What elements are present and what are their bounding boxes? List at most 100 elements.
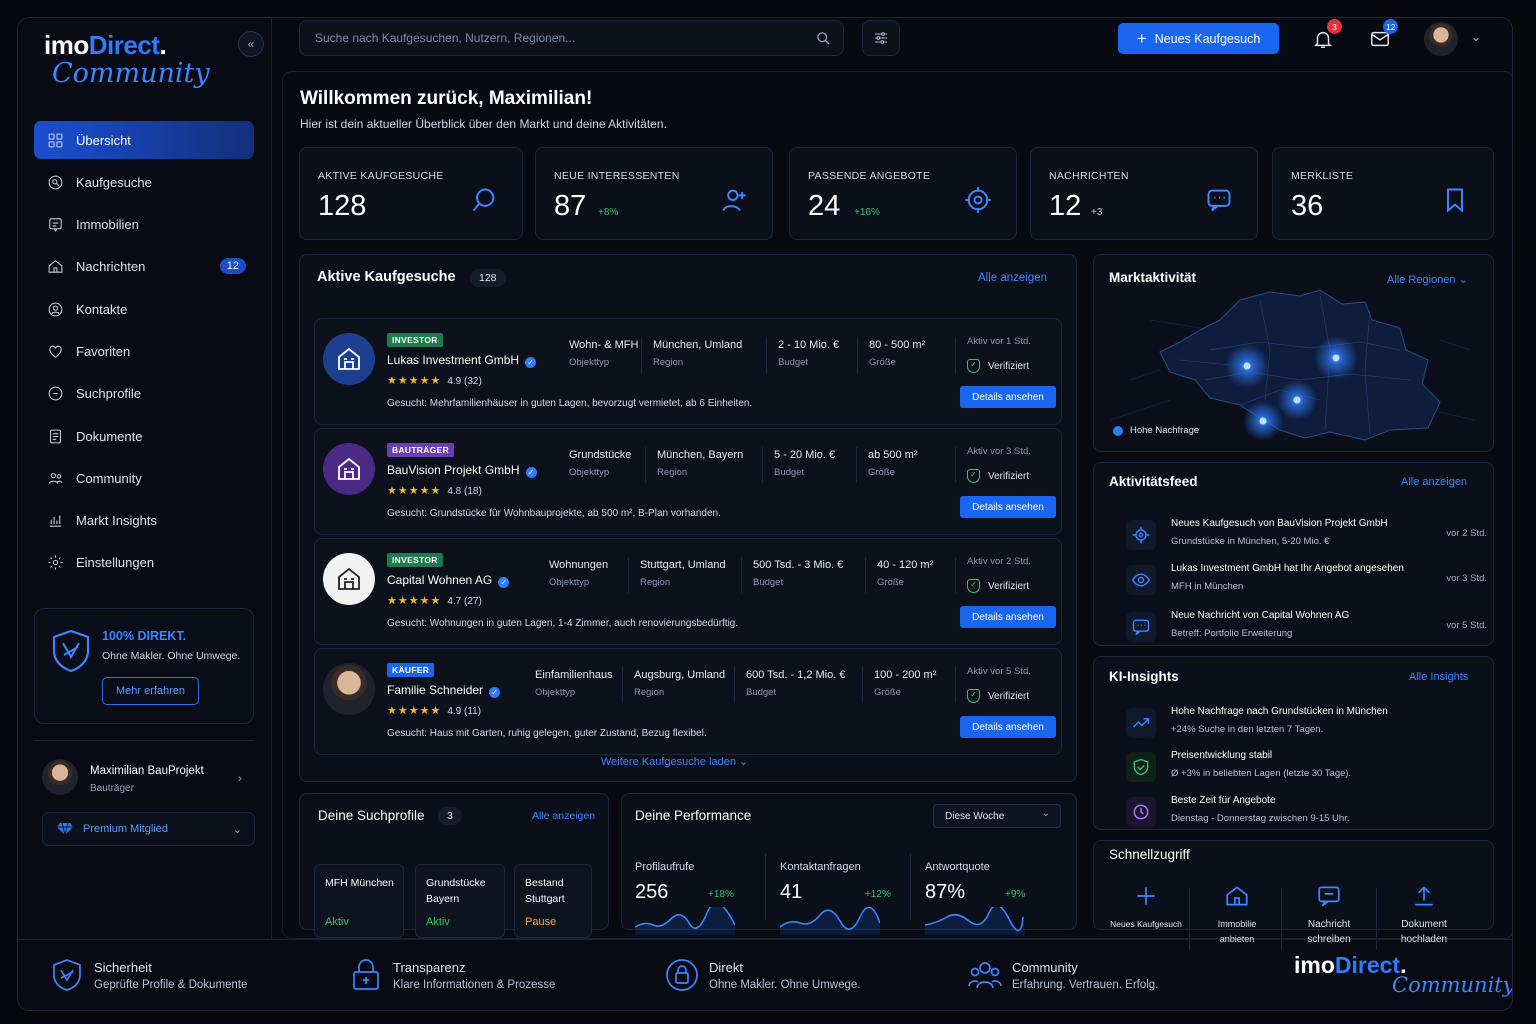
quick-plus-button[interactable]: Neues Kaufgesuch bbox=[1100, 883, 1192, 932]
sidebar-item-markt-insights[interactable]: Markt Insights bbox=[34, 502, 254, 540]
quick-house-button[interactable]: Immobilie anbieten bbox=[1191, 883, 1283, 947]
sidebar-item-favoriten[interactable]: Favoriten bbox=[34, 332, 254, 370]
show-all-requests-link[interactable]: Alle anzeigen bbox=[978, 272, 1047, 284]
user-avatar-button[interactable] bbox=[1424, 22, 1458, 56]
metric-value: 41 bbox=[780, 881, 803, 903]
stat-card-watchlist[interactable]: MERKLISTE 36 bbox=[1272, 147, 1494, 240]
house-icon bbox=[1226, 886, 1248, 906]
column-divider bbox=[641, 337, 642, 373]
divider bbox=[765, 854, 766, 920]
profile-name: Bestand Stuttgart bbox=[525, 877, 565, 905]
chart-icon bbox=[49, 515, 62, 527]
user-card[interactable]: Maximilian BauProjekt Bauträger › bbox=[34, 740, 254, 795]
section-title: Deine Suchprofile bbox=[318, 808, 425, 823]
stat-card-new-leads[interactable]: NEUE INTERESSENTEN 87 +8% bbox=[535, 147, 773, 240]
company-name[interactable]: Capital Wohnen AG ✓ bbox=[387, 573, 510, 588]
section-title: KI-Insights bbox=[1109, 669, 1179, 684]
request-description: Gesucht: Wohnungen in guten Lagen, 1-4 Z… bbox=[387, 618, 739, 629]
quick-message-button[interactable]: Nachricht schreiben bbox=[1283, 883, 1375, 947]
divider bbox=[1376, 888, 1377, 950]
chat-icon bbox=[1207, 189, 1231, 212]
verified-label: Verifiziert bbox=[988, 360, 1030, 372]
quick-upload-button[interactable]: Dokument hochladen bbox=[1378, 883, 1470, 947]
show-all-profiles-link[interactable]: Alle anzeigen bbox=[532, 810, 595, 822]
verified-label: Verifiziert bbox=[988, 690, 1030, 702]
new-request-button[interactable]: + Neues Kaufgesuch bbox=[1118, 23, 1279, 54]
eye-icon-wrap bbox=[1126, 565, 1156, 595]
collapse-sidebar-button[interactable]: « bbox=[238, 31, 264, 57]
company-name[interactable]: BauVision Projekt GmbH ✓ bbox=[387, 463, 537, 478]
field-label: Budget bbox=[753, 577, 784, 588]
company-name[interactable]: Lukas Investment GmbH ✓ bbox=[387, 353, 537, 368]
search-profile-card[interactable]: Bestand Stuttgart Pause bbox=[514, 864, 592, 938]
company-name[interactable]: Familie Schneider ✓ bbox=[387, 683, 501, 698]
details-button[interactable]: Details ansehen bbox=[960, 606, 1056, 628]
sidebar-item-label: Kaufgesuche bbox=[76, 174, 152, 190]
request-card[interactable]: KÄUFER Familie Schneider ✓ ★★★★★ 4.9 (11) Ges… bbox=[314, 648, 1062, 755]
sidebar-item-label: Community bbox=[76, 470, 142, 486]
verified-badge: ✓ Verifiziert bbox=[967, 359, 1029, 373]
column-divider bbox=[862, 667, 863, 703]
request-card[interactable]: INVESTOR Capital Wohnen AG ✓ ★★★★★ 4.7 (27) G… bbox=[314, 538, 1062, 645]
search-profile-card[interactable]: Grundstücke Bayern Aktiv bbox=[415, 864, 505, 938]
filter-button[interactable] bbox=[862, 20, 900, 56]
details-button[interactable]: Details ansehen bbox=[960, 386, 1056, 408]
avatar bbox=[42, 759, 78, 795]
stat-card-active-requests[interactable]: AKTIVE KAUFGESUCHE 128 bbox=[299, 147, 523, 240]
stat-card-matching-offers[interactable]: PASSENDE ANGEBOTE 24 +16% bbox=[789, 147, 1017, 240]
insight-title: Beste Zeit für Angebote bbox=[1171, 795, 1276, 806]
period-dropdown[interactable]: Diese Woche ⌄ bbox=[933, 804, 1061, 828]
sidebar-item-suchprofile[interactable]: Suchprofile bbox=[34, 375, 254, 413]
request-field-region: München, Bayern Region bbox=[657, 449, 743, 478]
divider bbox=[910, 854, 911, 920]
feed-item[interactable]: Neue Nachricht von Capital Wohnen AG Betr… bbox=[1126, 610, 1494, 650]
metric-label: Kontaktanfragen bbox=[780, 861, 861, 873]
shield-check-icon bbox=[1133, 758, 1149, 776]
sidebar-item-einstellungen[interactable]: Einstellungen bbox=[34, 544, 254, 582]
sidebar-item-kaufgesuche[interactable]: Kaufgesuche bbox=[34, 163, 254, 201]
brand-dot: . bbox=[159, 30, 167, 60]
brand-logo[interactable]: imoDirect. Community bbox=[44, 30, 210, 98]
insight-item[interactable]: Beste Zeit für Angebote Dienstag - Donner… bbox=[1126, 795, 1494, 835]
sidebar-item-kontakte[interactable]: Kontakte bbox=[34, 290, 254, 328]
brand-name-b: Direct bbox=[1334, 952, 1401, 978]
search-profile-card[interactable]: MFH München Aktiv bbox=[314, 864, 404, 938]
insight-item[interactable]: Hohe Nachfrage nach Grundstücken in Münc… bbox=[1126, 706, 1494, 746]
metric-delta: +12% bbox=[865, 889, 891, 900]
sidebar-item-nachrichten[interactable]: Nachrichten 12 bbox=[34, 248, 254, 286]
sidebar-item-dokumente[interactable]: Dokumente bbox=[34, 417, 254, 455]
load-more-button[interactable]: Weitere Kaufgesuche laden ⌄ bbox=[601, 755, 748, 768]
bookmark-icon bbox=[1447, 188, 1463, 213]
user-name: Maximilian BauProjekt bbox=[90, 765, 204, 777]
footer-title: Transparenz bbox=[393, 960, 466, 975]
feed-item[interactable]: Lukas Investment GmbH hat Ihr Angebot an… bbox=[1126, 563, 1494, 603]
field-value: München, Bayern bbox=[657, 449, 744, 461]
column-divider bbox=[766, 337, 767, 373]
chevron-down-icon[interactable]: ⌄ bbox=[1471, 30, 1481, 44]
feed-item[interactable]: Neues Kaufgesuch von BauVision Projekt G… bbox=[1126, 518, 1494, 558]
request-card[interactable]: BAUTRÄGER BauVision Projekt GmbH ✓ ★★★★★ 4.8… bbox=[314, 428, 1062, 535]
sidebar-item-uebersicht[interactable]: Übersicht bbox=[34, 121, 254, 159]
home-icon bbox=[48, 260, 63, 274]
verified-badge: ✓ Verifiziert bbox=[967, 689, 1029, 703]
sidebar-item-immobilien[interactable]: Immobilien bbox=[34, 206, 254, 244]
contacts-icon bbox=[48, 302, 63, 317]
show-all-activity-link[interactable]: Alle anzeigen bbox=[1401, 476, 1467, 488]
sidebar-item-community[interactable]: Community bbox=[34, 459, 254, 497]
germany-map bbox=[1110, 289, 1476, 441]
stat-card-messages[interactable]: NACHRICHTEN 12 +3 bbox=[1030, 147, 1258, 240]
learn-more-button[interactable]: Mehr erfahren bbox=[102, 677, 199, 705]
metric-delta: +9% bbox=[1005, 889, 1026, 900]
search-profile-icon bbox=[48, 386, 63, 401]
rating-text: 4.9 (11) bbox=[447, 706, 482, 717]
insight-item[interactable]: Preisentwicklung stabil Ø +3% in beliebte… bbox=[1126, 750, 1494, 790]
search-input[interactable]: Suche nach Kaufgesuchen, Nutzern, Region… bbox=[299, 20, 844, 56]
details-button[interactable]: Details ansehen bbox=[960, 496, 1056, 518]
request-card[interactable]: INVESTOR Lukas Investment GmbH ✓ ★★★★★ 4.9 (… bbox=[314, 318, 1062, 425]
count-badge: 3 bbox=[438, 807, 462, 825]
details-button[interactable]: Details ansehen bbox=[960, 716, 1056, 738]
period-label: Diese Woche bbox=[945, 811, 1005, 822]
premium-dropdown[interactable]: Premium Mitglied ⌄ bbox=[42, 812, 255, 846]
sidebar-nav: Übersicht Kaufgesuche Immobilien Nachric… bbox=[34, 121, 254, 586]
show-all-insights-link[interactable]: Alle Insights bbox=[1409, 671, 1468, 683]
